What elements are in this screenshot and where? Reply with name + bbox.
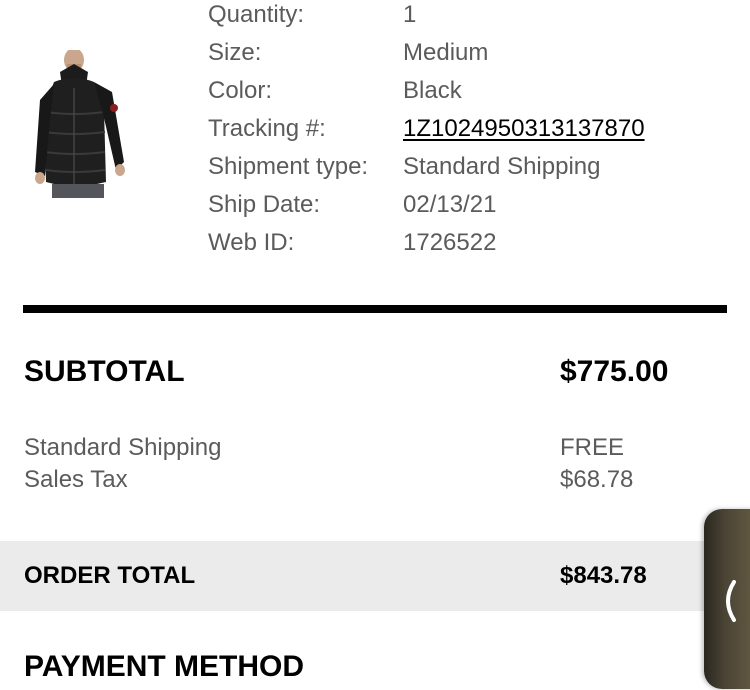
size-value: Medium — [403, 39, 489, 66]
quantity-value: 1 — [403, 1, 417, 28]
shipping-charge-label: Standard Shipping — [24, 434, 222, 461]
detail-row-shipment-type: Shipment type: Standard Shipping — [208, 152, 708, 190]
detail-row-ship-date: Ship Date: 02/13/21 — [208, 190, 708, 228]
ship-date-value: 02/13/21 — [403, 191, 497, 218]
tracking-number-link[interactable]: 1Z1024950313137870 — [403, 114, 645, 144]
order-receipt-page: Quantity: 1 Size: Medium Color: Black Tr… — [0, 0, 750, 690]
sales-tax-label: Sales Tax — [24, 466, 128, 493]
subtotal-value: $775.00 — [560, 355, 669, 388]
detail-row-quantity: Quantity: 1 — [208, 0, 708, 38]
shipping-charge-value: FREE — [560, 434, 625, 461]
item-details: Quantity: 1 Size: Medium Color: Black Tr… — [208, 0, 708, 266]
side-drawer-tab[interactable] — [704, 509, 750, 689]
shipment-type-value: Standard Shipping — [403, 153, 601, 180]
web-id-label: Web ID: — [208, 229, 295, 256]
chevron-left-icon — [726, 580, 736, 622]
order-total-value: $843.78 — [560, 562, 647, 589]
ship-date-label: Ship Date: — [208, 191, 321, 218]
payment-method-heading: PAYMENT METHOD — [24, 650, 305, 683]
color-label: Color: — [208, 77, 273, 104]
detail-row-tracking: Tracking #: 1Z1024950313137870 — [208, 114, 708, 152]
detail-row-size: Size: Medium — [208, 38, 708, 76]
tracking-label: Tracking #: — [208, 115, 326, 142]
section-divider — [23, 305, 727, 313]
detail-row-color: Color: Black — [208, 76, 708, 114]
shipment-type-label: Shipment type: — [208, 153, 369, 180]
order-total-label: ORDER TOTAL — [24, 562, 196, 589]
detail-row-web-id: Web ID: 1726522 — [208, 228, 708, 266]
size-label: Size: — [208, 39, 262, 66]
sales-tax-value: $68.78 — [560, 466, 634, 493]
color-value: Black — [403, 77, 462, 104]
quantity-label: Quantity: — [208, 1, 305, 28]
subtotal-label: SUBTOTAL — [24, 355, 185, 388]
product-image[interactable] — [32, 50, 130, 198]
web-id-value: 1726522 — [403, 229, 497, 256]
